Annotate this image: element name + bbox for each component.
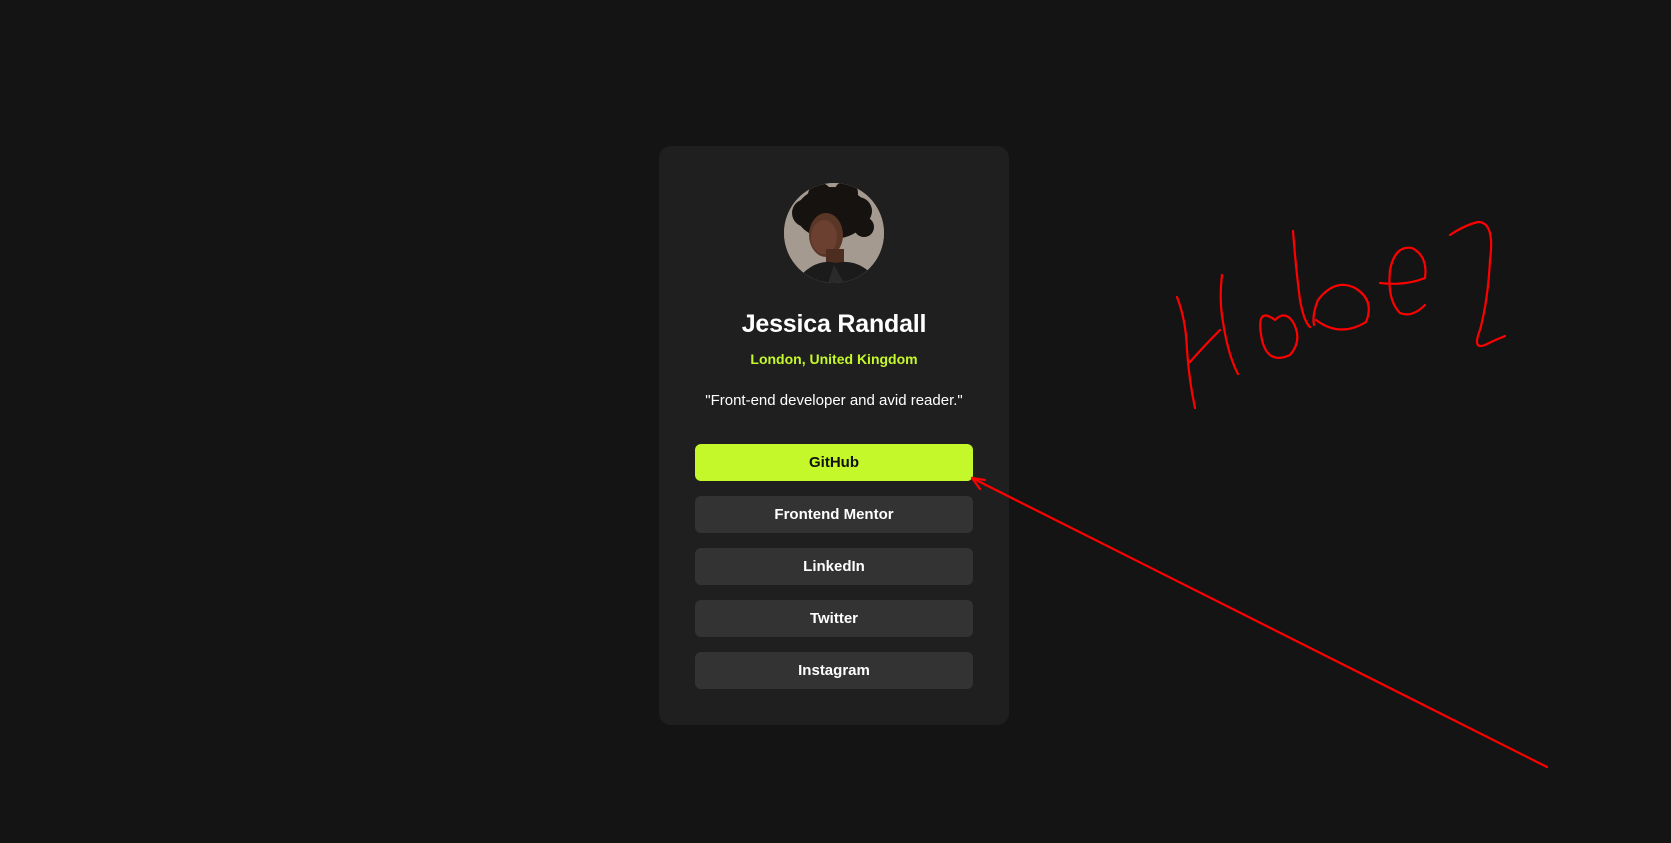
social-links-list: GitHub Frontend Mentor LinkedIn Twitter …	[695, 444, 973, 704]
avatar	[784, 183, 884, 283]
arrow-icon	[970, 476, 1549, 769]
page: Jessica Randall London, United Kingdom "…	[0, 0, 1671, 843]
twitter-link-button[interactable]: Twitter	[695, 600, 973, 637]
github-link-button[interactable]: GitHub	[695, 444, 973, 481]
profile-location: London, United Kingdom	[750, 351, 918, 367]
profile-bio: "Front-end developer and avid reader."	[705, 392, 963, 409]
avatar-photo	[784, 183, 884, 283]
instagram-link-button[interactable]: Instagram	[695, 652, 973, 689]
frontend-mentor-link-button[interactable]: Frontend Mentor	[695, 496, 973, 533]
handwriting-annotation	[1175, 220, 1507, 410]
profile-card: Jessica Randall London, United Kingdom "…	[659, 146, 1009, 725]
profile-name: Jessica Randall	[741, 310, 927, 338]
linkedin-link-button[interactable]: LinkedIn	[695, 548, 973, 585]
